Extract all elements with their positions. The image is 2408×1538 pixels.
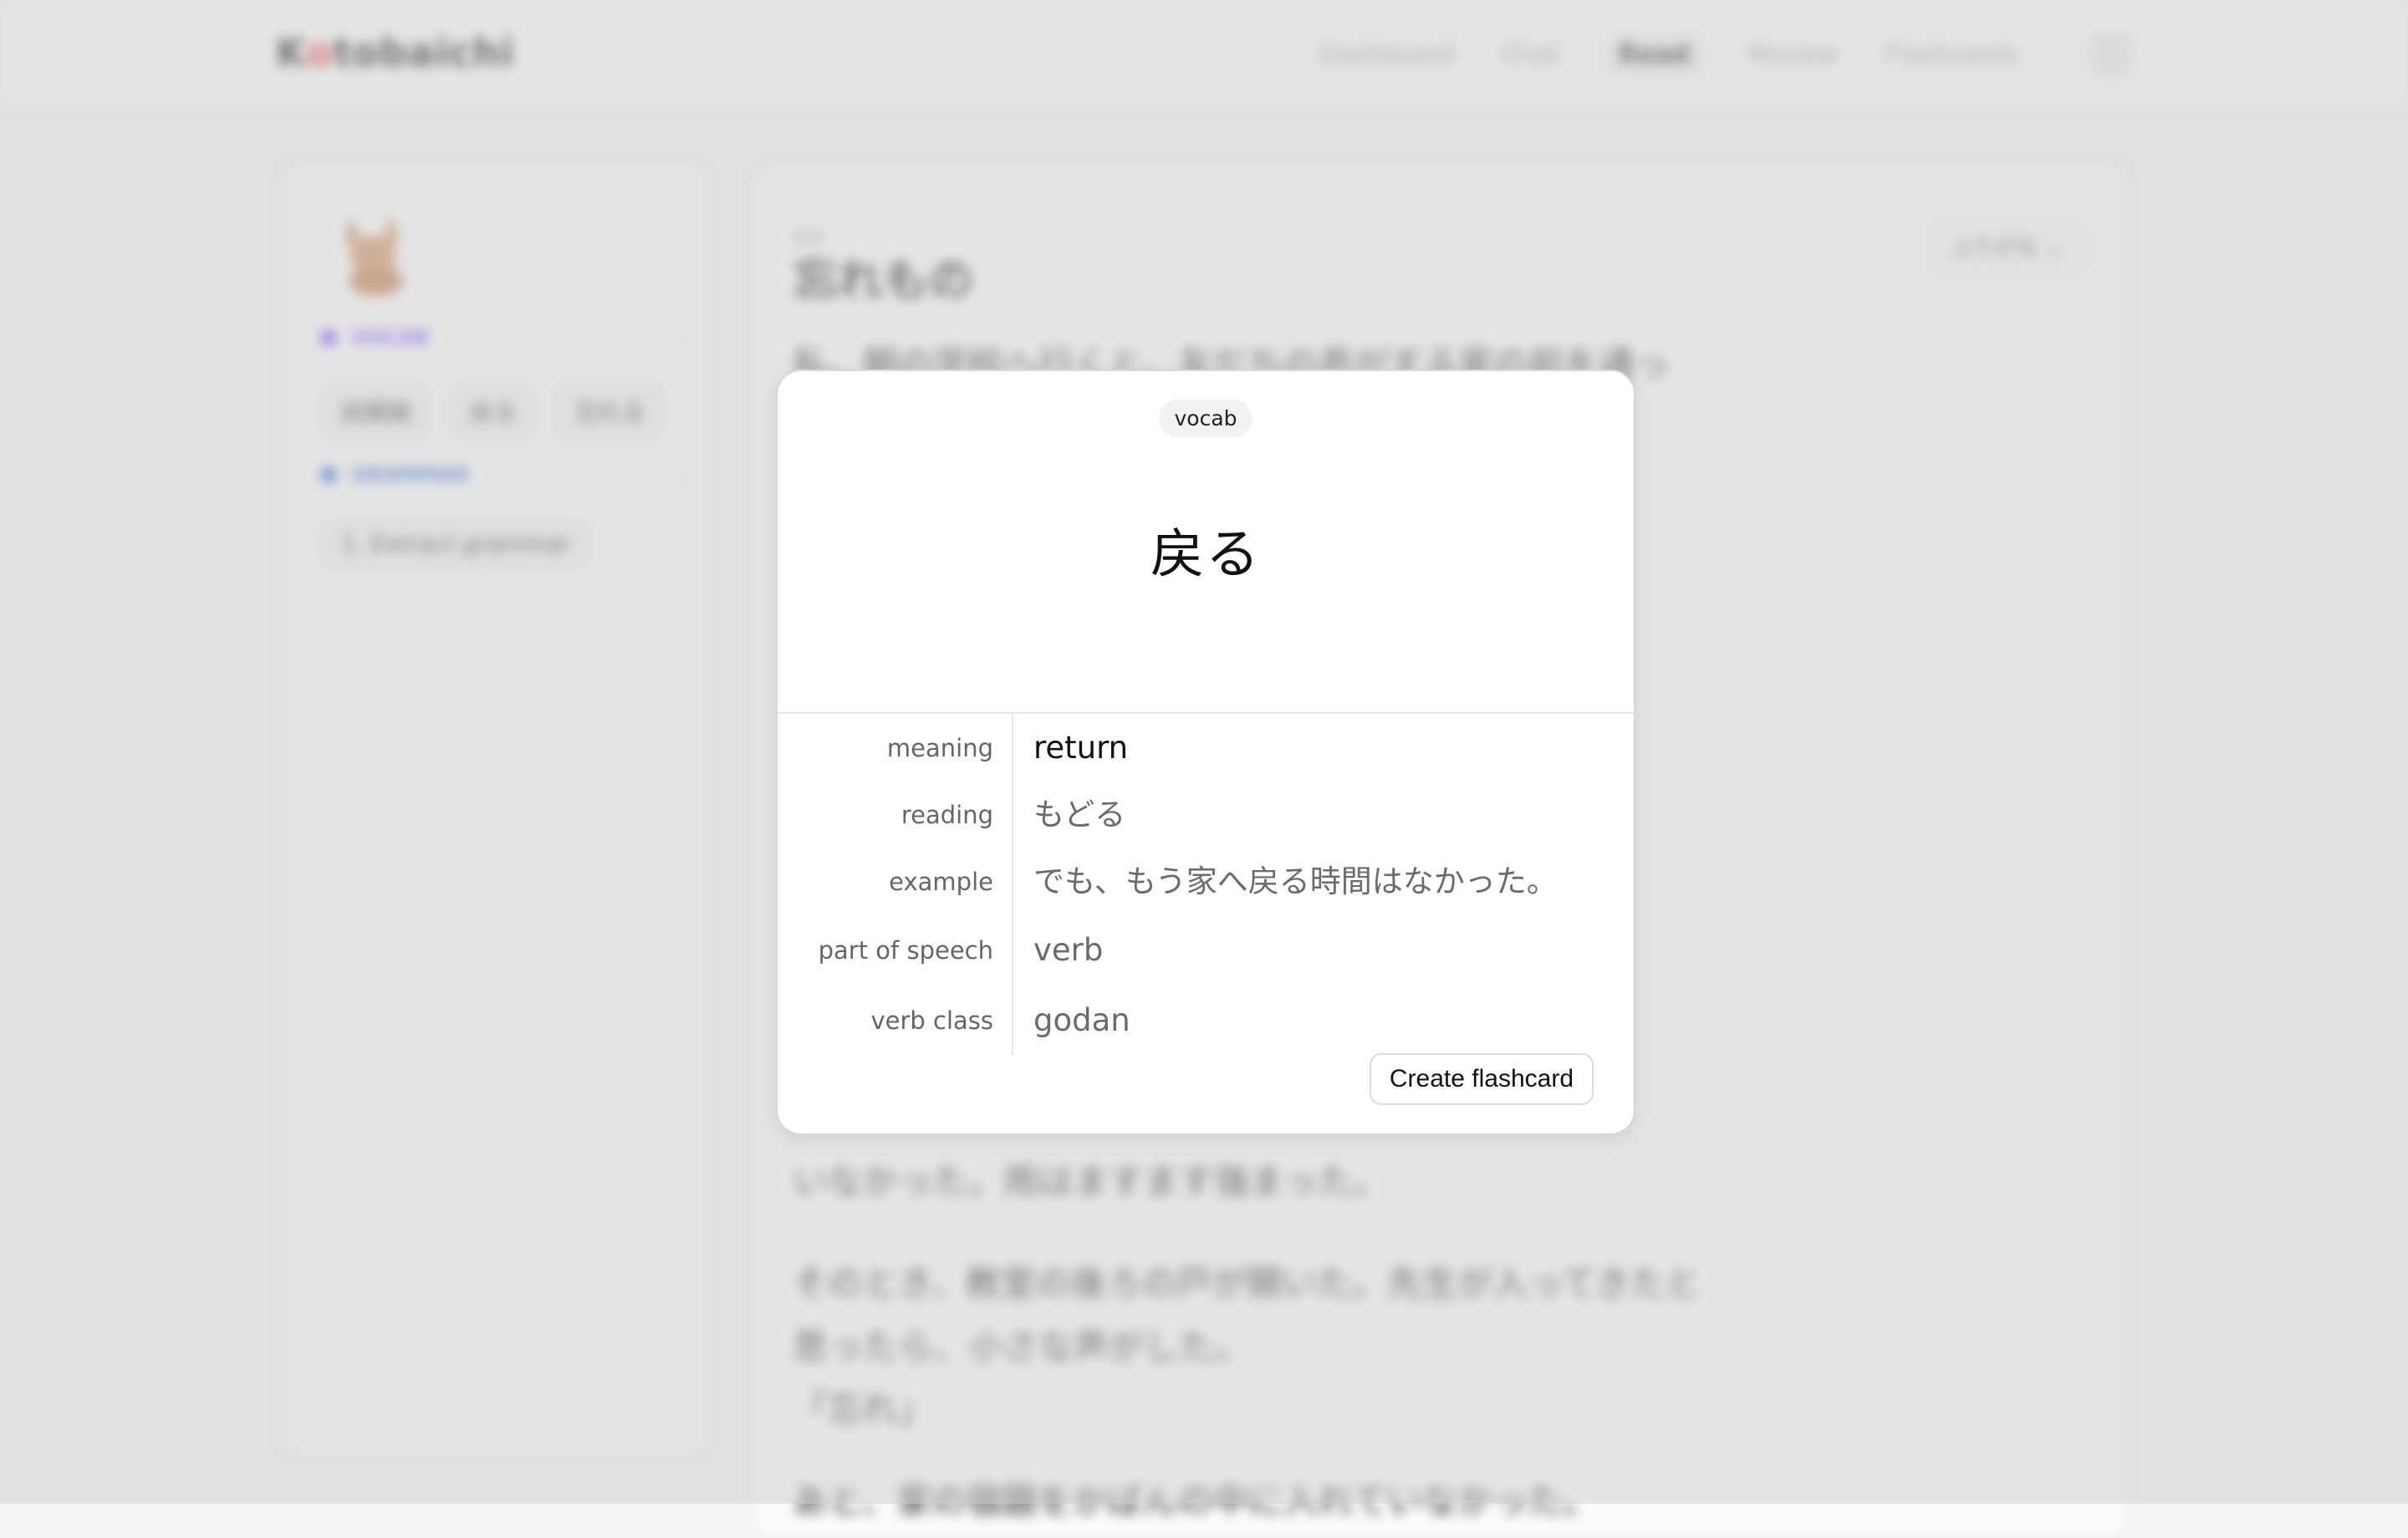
field-meaning: meaning return: [778, 714, 1634, 782]
vocab-detail-card: vocab 戻る meaning return reading もどる exam…: [776, 369, 1635, 1135]
field-label: verb class: [870, 1006, 993, 1035]
field-verb-class: verb class godan: [778, 986, 1634, 1055]
field-value: もどる: [1033, 797, 1126, 833]
create-flashcard-button[interactable]: Create flashcard: [1369, 1053, 1594, 1105]
field-part-of-speech: part of speech verb: [778, 916, 1634, 985]
field-value: でも、もう家へ戻る時間はなかった。: [1033, 863, 1558, 899]
field-label: meaning: [886, 734, 993, 762]
field-example: example でも、もう家へ戻る時間はなかった。: [778, 848, 1634, 916]
vocab-badge: vocab: [1159, 400, 1252, 437]
field-value: verb: [1033, 932, 1104, 968]
field-label: part of speech: [818, 936, 993, 965]
field-reading: reading もどる: [778, 781, 1634, 849]
field-label: example: [889, 868, 993, 896]
field-value: godan: [1033, 1002, 1130, 1038]
vocab-word: 戻る: [1150, 524, 1261, 586]
field-value: return: [1033, 730, 1129, 766]
field-label: reading: [900, 801, 993, 829]
